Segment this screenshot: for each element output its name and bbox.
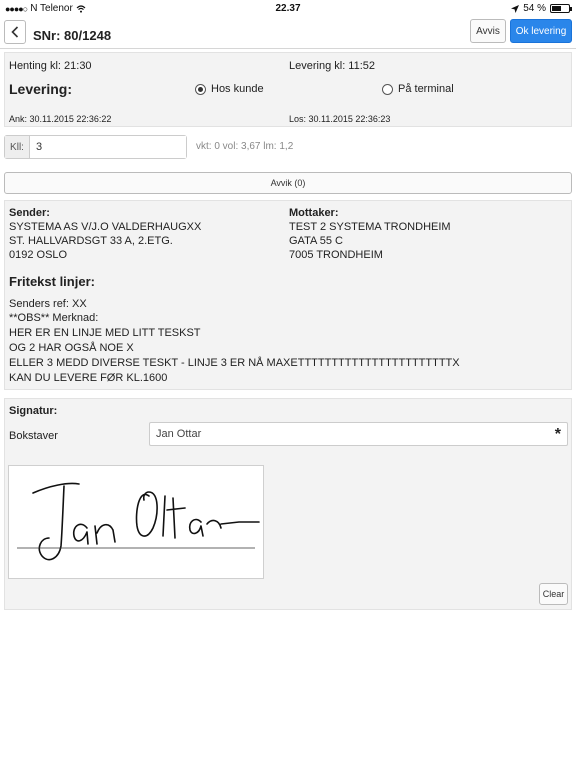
- shipment-details-panel: Sender: SYSTEMA AS V/J.O VALDERHAUGXX ST…: [4, 200, 572, 390]
- page-title: SNr: 80/1248: [33, 28, 112, 43]
- signature-pad[interactable]: [8, 465, 264, 579]
- mottaker-heading: Mottaker:: [289, 207, 339, 219]
- required-asterisk: *: [554, 426, 561, 443]
- location-arrow-icon: [511, 4, 520, 13]
- fritekst-line: KAN DU LEVERE FØR KL.1600: [9, 372, 168, 384]
- fritekst-line: HER ER EN LINJE MED LITT TESKST: [9, 327, 201, 339]
- sender-heading: Sender:: [9, 207, 50, 219]
- radio-circle: [382, 83, 393, 95]
- levering-label: Levering:: [9, 81, 73, 97]
- avvis-button[interactable]: Avvis: [470, 19, 506, 43]
- fritekst-line: ELLER 3 MEDD DIVERSE TESKT - LINJE 3 ER …: [9, 357, 460, 369]
- signature-drawing: [17, 482, 260, 561]
- levering-time: Levering kl: 11:52: [289, 60, 376, 72]
- avvik-button[interactable]: Avvik (0): [4, 172, 572, 194]
- radio-label: På terminal: [398, 83, 454, 95]
- fritekst-line: Senders ref: XX: [9, 298, 87, 310]
- radio-hos-kunde[interactable]: Hos kunde: [195, 83, 264, 95]
- henting-time: Henting kl: 21:30: [9, 60, 92, 72]
- kll-label: Kll:: [5, 136, 30, 158]
- signature-panel: Signatur: Bokstaver * Clear: [4, 398, 572, 610]
- status-time: 22.37: [275, 3, 301, 14]
- bokstaver-label: Bokstaver: [9, 430, 58, 442]
- mottaker-line: TEST 2 SYSTEMA TRONDHEIM: [289, 221, 451, 233]
- radio-circle: [195, 83, 206, 95]
- fritekst-line: OG 2 HAR OGSÅ NOE X: [9, 342, 134, 354]
- sender-line: ST. HALLVARDSGT 33 A, 2.ETG.: [9, 235, 173, 247]
- bokstaver-input[interactable]: [150, 423, 567, 445]
- kll-info: vkt: 0 vol: 3,67 lm: 1,2: [196, 141, 294, 152]
- fritekst-line: **OBS** Merknad:: [9, 312, 99, 324]
- kll-input-group: Kll:: [4, 135, 187, 159]
- bokstaver-field: *: [149, 422, 568, 446]
- delivery-panel: Henting kl: 21:30 Levering kl: 11:52 Lev…: [4, 52, 572, 127]
- battery-percent: 54 %: [523, 3, 546, 14]
- mottaker-line: GATA 55 C: [289, 235, 344, 247]
- kll-input[interactable]: [30, 136, 186, 158]
- status-right: 54 %: [511, 3, 572, 14]
- nav-bar: SNr: 80/1248 Avvis Ok levering: [0, 17, 576, 49]
- status-bar: ●●●●○ N Telenor 22.37 54 %: [0, 0, 576, 17]
- los-timestamp: Los: 30.11.2015 22:36:23: [289, 114, 391, 124]
- battery-icon: [550, 4, 572, 13]
- fritekst-heading: Fritekst linjer:: [9, 274, 95, 289]
- radio-label: Hos kunde: [211, 83, 264, 95]
- radio-pa-terminal[interactable]: På terminal: [382, 83, 454, 95]
- mottaker-line: 7005 TRONDHEIM: [289, 249, 383, 261]
- sender-line: 0192 OSLO: [9, 249, 68, 261]
- chevron-left-icon: [11, 26, 19, 38]
- signature-heading: Signatur:: [9, 405, 58, 417]
- clear-signature-button[interactable]: Clear: [539, 583, 568, 605]
- battery-fill: [552, 6, 561, 11]
- ok-levering-button[interactable]: Ok levering: [510, 19, 572, 43]
- sender-line: SYSTEMA AS V/J.O VALDERHAUGXX: [9, 221, 202, 233]
- ank-timestamp: Ank: 30.11.2015 22:36:22: [9, 114, 112, 124]
- back-button[interactable]: [4, 20, 26, 44]
